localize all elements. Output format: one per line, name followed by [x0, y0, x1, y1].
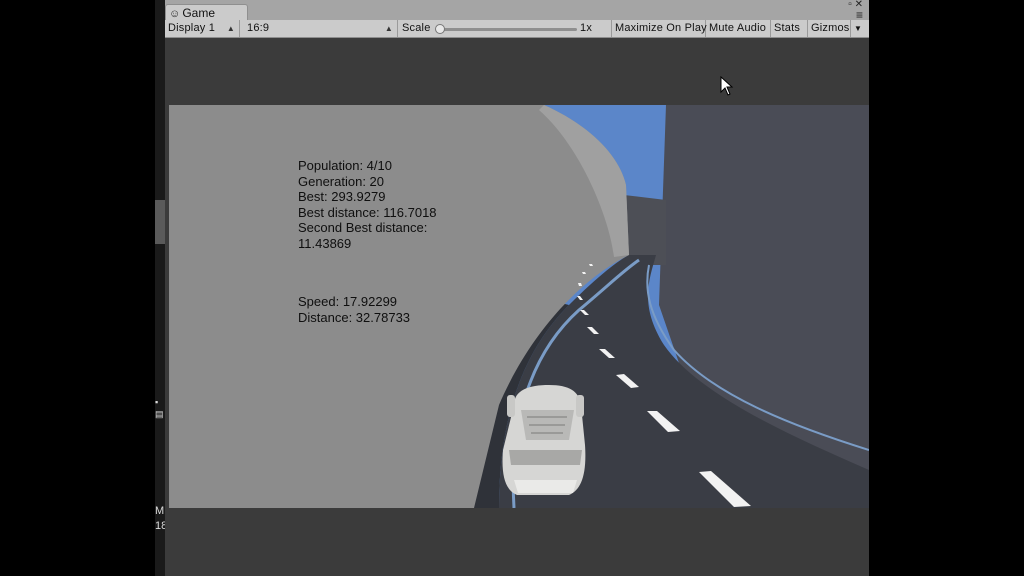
distant-hill	[624, 195, 666, 265]
stats-toggle[interactable]: Stats	[771, 20, 808, 37]
maximize-on-play-toggle[interactable]: Maximize On Play	[611, 20, 707, 37]
scale-value: 1x	[580, 22, 593, 34]
dropdown-arrow-icon: ▼	[854, 24, 863, 33]
car	[502, 385, 586, 495]
hud-spacer	[298, 251, 437, 294]
hud-overlay: Population: 4/10 Generation: 20 Best: 29…	[298, 158, 437, 325]
display-dropdown[interactable]: Display 1 ▲	[165, 20, 240, 37]
hud-second-best-value: 11.43869	[298, 235, 352, 251]
aspect-dropdown-label: 16:9	[247, 22, 270, 34]
gizmos-dropdown[interactable]: ▼	[851, 20, 869, 37]
window-buttons: ▫ ✕ ≡	[848, 0, 863, 22]
hud-generation: Generation: 20	[298, 173, 385, 189]
hud-second-best-label: Second Best distance:	[298, 220, 428, 235]
hud-speed: Speed: 17.92299	[298, 294, 398, 309]
hud-best-distance: Best distance: 116.7018	[298, 204, 437, 220]
mouse-cursor-icon	[720, 75, 734, 101]
dropdown-arrow-icon: ▲	[226, 24, 235, 33]
scale-label: Scale	[402, 22, 431, 34]
game-viewport[interactable]: Population: 4/10 Generation: 20 Best: 29…	[169, 105, 869, 508]
mute-audio-toggle[interactable]: Mute Audio	[706, 20, 771, 37]
gizmos-toggle[interactable]: Gizmos	[808, 20, 851, 37]
tab-game[interactable]: ☺ Game	[165, 4, 248, 21]
background-text-m: M	[155, 505, 165, 517]
hud-population: Population: 4/10	[298, 158, 392, 173]
tab-row: ☺ Game ▫ ✕ ≡	[165, 0, 869, 22]
maximize-window-icon[interactable]: ▫	[848, 0, 852, 10]
game-window: ☺ Game ▫ ✕ ≡ Display 1 ▲ 16:9 ▲ Scale 1x…	[165, 0, 869, 576]
display-dropdown-label: Display 1	[168, 22, 216, 34]
game-toolbar: Display 1 ▲ 16:9 ▲ Scale 1x Maximize On …	[165, 20, 869, 38]
hud-distance: Distance: 32.78733	[298, 309, 411, 325]
aspect-dropdown[interactable]: 16:9 ▲	[244, 20, 398, 37]
tab-game-label: Game	[182, 6, 216, 20]
background-glyph: ▪ ▤	[155, 397, 164, 419]
scale-slider-track[interactable]	[437, 28, 577, 31]
scale-slider-thumb[interactable]	[435, 24, 445, 34]
scene-render	[169, 105, 869, 508]
dropdown-arrow-icon: ▲	[384, 24, 393, 33]
hud-best: Best: 293.9279	[298, 189, 386, 204]
